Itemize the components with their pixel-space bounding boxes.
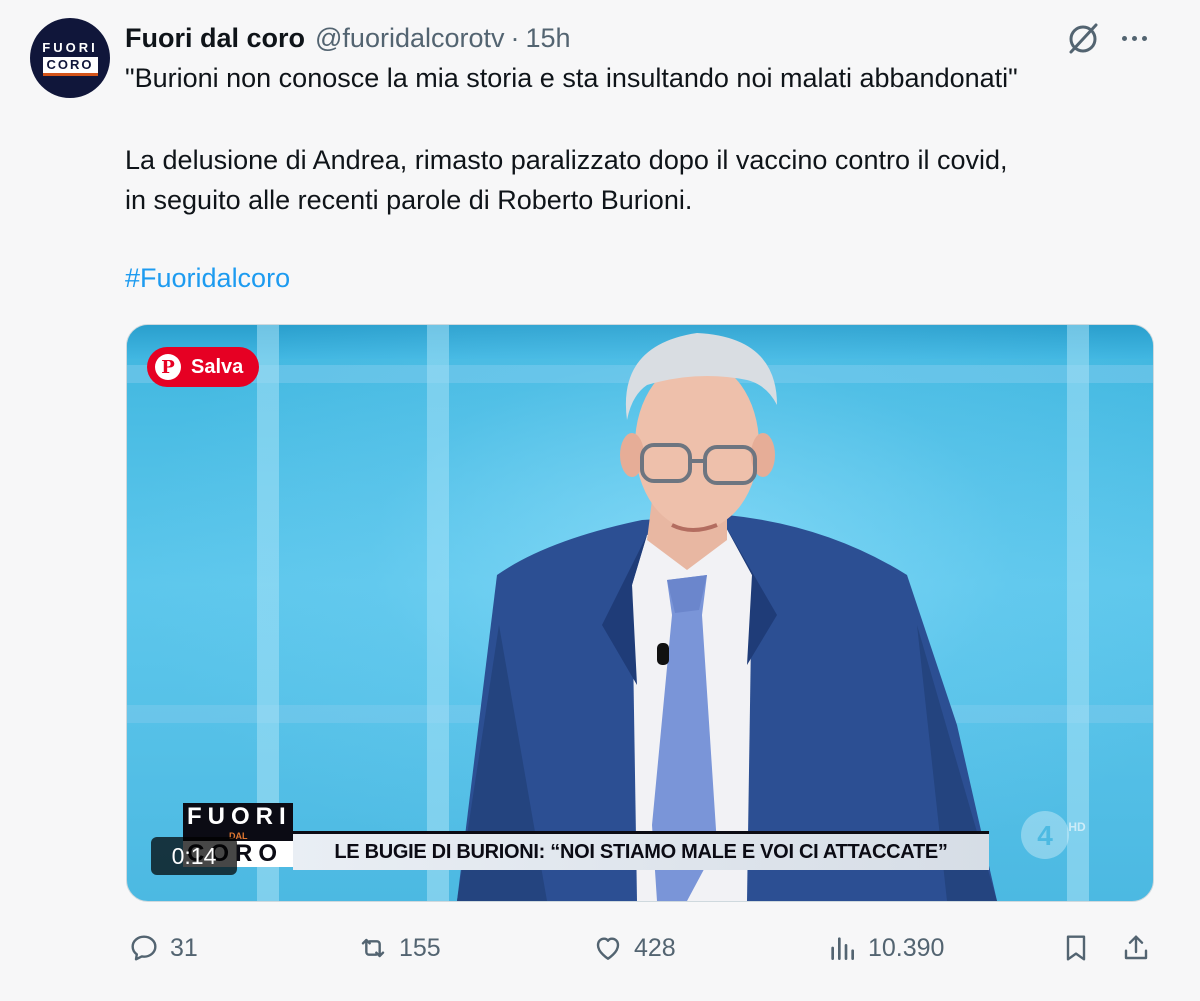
lower-third-banner: LE BUGIE DI BURIONI: “NOI STIAMO MALE E … <box>293 831 989 870</box>
bookmark-icon <box>1066 935 1086 961</box>
share-icon <box>1124 935 1148 960</box>
tweet-text-line-1: "Burioni non conosce la mia storia e sta… <box>125 63 1018 93</box>
views-count: 10.390 <box>868 933 945 962</box>
avatar-top-text: FUORI <box>42 39 98 55</box>
reply-button[interactable]: 31 <box>128 928 198 968</box>
video-duration: 0:14 <box>151 837 237 875</box>
tweet: FUORI CORO Fuori dal coro @fuoridalcorot… <box>0 0 1200 1001</box>
share-button[interactable] <box>1120 928 1152 968</box>
author-handle[interactable]: @fuoridalcorotv <box>315 23 505 54</box>
save-label: Salva <box>191 355 244 378</box>
channel-hd-badge: HD <box>1068 820 1086 834</box>
hashtag-link[interactable]: #Fuoridalcoro <box>125 259 290 298</box>
like-count: 428 <box>634 933 676 962</box>
repost-count: 155 <box>399 933 441 962</box>
header-separator: · <box>510 22 520 53</box>
grok-icon[interactable] <box>1063 18 1103 58</box>
tweet-header: Fuori dal coro @fuoridalcorotv · 15h <box>125 20 571 56</box>
show-logo-top: FUORI <box>183 803 293 831</box>
video-player[interactable]: P Salva FUORI DAL CORO LE BUGIE DI BURIO… <box>126 324 1154 902</box>
tweet-time[interactable]: 15h <box>526 23 571 54</box>
pinterest-icon: P <box>155 354 181 380</box>
bookmark-button[interactable] <box>1060 928 1092 968</box>
channel-logo: 4 HD <box>1021 811 1086 859</box>
author-name[interactable]: Fuori dal coro <box>125 23 305 54</box>
like-button[interactable]: 428 <box>592 928 676 968</box>
views-chart-icon <box>831 937 854 960</box>
avatar[interactable]: FUORI CORO <box>30 18 110 98</box>
heart-icon <box>596 937 620 960</box>
more-options-icon[interactable] <box>1114 20 1154 56</box>
reply-count: 31 <box>170 933 198 962</box>
repost-icon <box>361 938 385 958</box>
reply-icon <box>131 935 157 961</box>
pinterest-save-button[interactable]: P Salva <box>147 347 259 387</box>
tweet-text-line-2: La delusione di Andrea, rimasto paralizz… <box>125 145 1008 175</box>
avatar-bottom-text: CORO <box>42 56 98 76</box>
tweet-text-line-3: in seguito alle recenti parole di Robert… <box>125 185 693 215</box>
svg-text:4: 4 <box>1037 820 1053 851</box>
action-bar: 31 155 428 10.390 <box>0 920 1200 976</box>
repost-button[interactable]: 155 <box>357 928 441 968</box>
views-button[interactable]: 10.390 <box>826 928 944 968</box>
